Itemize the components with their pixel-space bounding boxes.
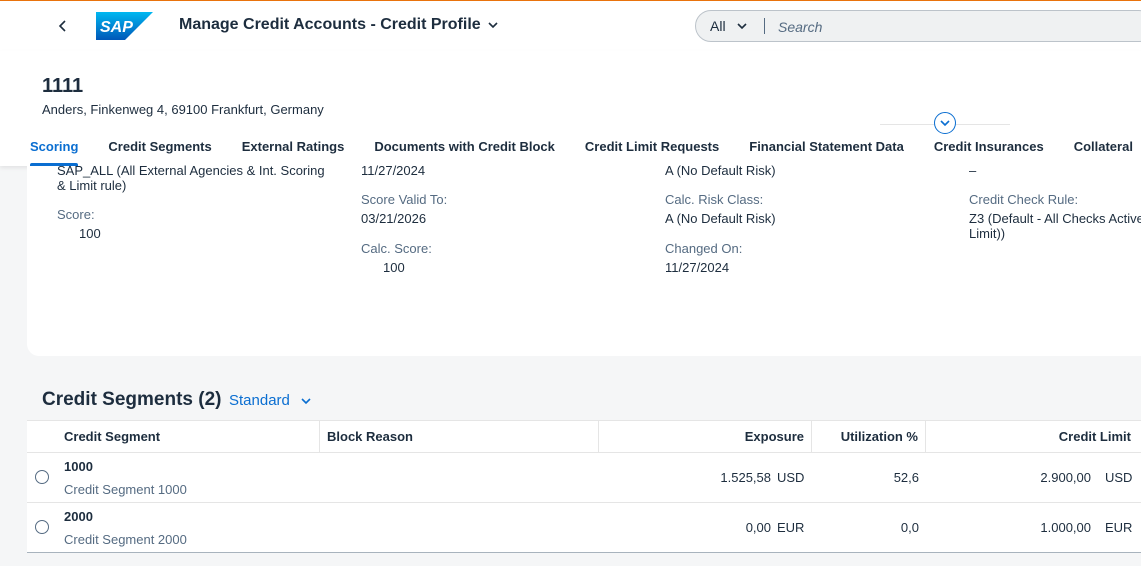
exposure-amount: 1.525,58 xyxy=(720,470,771,485)
risk-class-value: A (No Default Risk) xyxy=(665,163,776,178)
credit-limit-amount: 2.900,00 xyxy=(1040,470,1091,485)
segment-id: 2000 xyxy=(64,509,93,524)
row-select-radio[interactable] xyxy=(35,470,49,484)
exposure-amount: 0,00 xyxy=(745,520,771,535)
app-title-menu[interactable]: Manage Credit Accounts - Credit Profile xyxy=(179,16,499,34)
credit-limit-currency: USD xyxy=(1105,470,1133,485)
variant-selector[interactable]: Standard xyxy=(229,392,312,409)
sap-logo[interactable]: SAP xyxy=(96,12,153,45)
changed-on-label: Changed On: xyxy=(665,241,743,256)
scoring-rule-value: SAP_ALL (All External Agencies & Int. Sc… xyxy=(57,163,325,193)
back-button[interactable] xyxy=(52,15,74,37)
page-title: 1111 xyxy=(42,75,84,97)
table-header: Credit Segment Block Reason Exposure Uti… xyxy=(27,421,1141,453)
segment-id: 1000 xyxy=(64,459,93,474)
chevron-down-icon xyxy=(301,397,311,404)
credit-limit-amount: 1.000,00 xyxy=(1040,520,1091,535)
search-scope-select[interactable]: All xyxy=(710,18,748,34)
column-header-utilization[interactable]: Utilization % xyxy=(812,421,925,452)
calc-score-value: 100 xyxy=(383,260,405,275)
tab-external-ratings[interactable]: External Ratings xyxy=(242,136,345,166)
expand-header-button[interactable] xyxy=(934,112,956,134)
column-header-exposure[interactable]: Exposure xyxy=(599,421,811,452)
search-scope-value: All xyxy=(710,18,726,34)
utilization-value: 0,0 xyxy=(900,520,919,535)
credit-check-rule-label: Credit Check Rule: xyxy=(969,192,1079,207)
tab-credit-limit-requests[interactable]: Credit Limit Requests xyxy=(585,136,719,166)
shell-bar: SAP Manage Credit Accounts - Credit Prof… xyxy=(0,1,1141,51)
tab-credit-segments[interactable]: Credit Segments xyxy=(108,136,211,166)
calc-risk-class-value: A (No Default Risk) xyxy=(665,211,776,226)
credit-limit-currency: EUR xyxy=(1105,520,1133,535)
column-header-credit-segment[interactable]: Credit Segment xyxy=(57,421,317,452)
chevron-down-icon xyxy=(736,23,747,30)
chevron-down-icon xyxy=(488,22,498,29)
page-subtitle: Anders, Finkenweg 4, 69100 Frankfurt, Ge… xyxy=(42,102,324,117)
segment-description: Credit Segment 2000 xyxy=(64,532,187,547)
object-page-header: 1111 Anders, Finkenweg 4, 69100 Frankfur… xyxy=(0,51,1141,166)
top-right-value: – xyxy=(969,163,977,178)
column-header-credit-limit[interactable]: Credit Limit xyxy=(926,421,1138,452)
sap-logo-icon: SAP xyxy=(96,12,153,40)
calc-score-label: Calc. Score: xyxy=(361,241,432,256)
calc-risk-class-label: Calc. Risk Class: xyxy=(665,192,764,207)
row-select-radio[interactable] xyxy=(35,520,49,534)
credit-check-rule-value: Z3 (Default - All Checks Active Limit)) xyxy=(969,211,1141,241)
column-header-block-reason[interactable]: Block Reason xyxy=(320,421,598,452)
app-title: Manage Credit Accounts - Credit Profile xyxy=(179,16,481,33)
table-row[interactable]: 2000 Credit Segment 2000 0,00 EUR 0,0 1.… xyxy=(27,503,1141,552)
variant-label: Standard xyxy=(229,392,290,409)
score-valid-from-value: 11/27/2024 xyxy=(361,163,426,178)
search-field: All xyxy=(695,10,1141,42)
score-label: Score: xyxy=(57,207,95,222)
score-valid-to-label: Score Valid To: xyxy=(361,192,448,207)
credit-segments-table: Credit Segment Block Reason Exposure Uti… xyxy=(27,420,1141,553)
score-valid-to-value: 03/21/2026 xyxy=(361,211,427,226)
search-input[interactable] xyxy=(776,15,1140,39)
score-value: 100 xyxy=(79,226,101,241)
tab-financial-statement-data[interactable]: Financial Statement Data xyxy=(749,136,904,166)
tab-collateral[interactable]: Collateral xyxy=(1074,136,1133,166)
segment-description: Credit Segment 1000 xyxy=(64,482,187,497)
tab-scoring[interactable]: Scoring xyxy=(30,136,79,166)
table-row[interactable]: 1000 Credit Segment 1000 1.525,58 USD 52… xyxy=(27,453,1141,503)
changed-on-value: 11/27/2024 xyxy=(665,260,730,275)
tab-credit-insurances[interactable]: Credit Insurances xyxy=(934,136,1044,166)
chevron-left-icon xyxy=(58,20,66,32)
exposure-currency: EUR xyxy=(777,520,805,535)
anchor-bar: Scoring Credit Segments External Ratings… xyxy=(30,136,1141,166)
search-divider xyxy=(764,18,765,34)
chevron-down-icon xyxy=(940,120,950,127)
credit-segments-title: Credit Segments (2) xyxy=(42,389,222,410)
tab-documents-with-credit-block[interactable]: Documents with Credit Block xyxy=(374,136,555,166)
exposure-currency: USD xyxy=(777,470,805,485)
utilization-value: 52,6 xyxy=(893,470,919,485)
scoring-section-card: SAP_ALL (All External Agencies & Int. Sc… xyxy=(27,163,1141,356)
sap-logo-text: SAP xyxy=(100,19,133,36)
